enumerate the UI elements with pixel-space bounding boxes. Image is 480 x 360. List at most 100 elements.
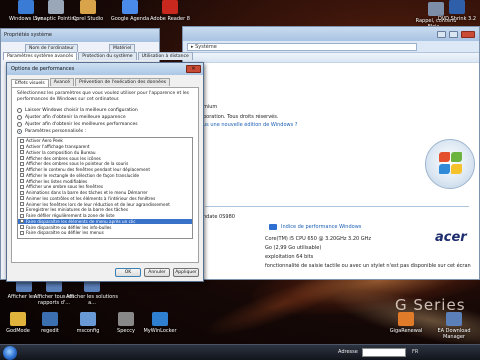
checkbox[interactable]: [20, 161, 24, 166]
app-icon: [398, 312, 414, 326]
radio-best-performance[interactable]: Ajuster afin d'obtenir les meilleures pe…: [17, 121, 193, 128]
checkbox-label: Afficher le contenu des fenêtres pendant…: [26, 167, 150, 173]
checkbox[interactable]: [20, 184, 24, 189]
disc-icon: [449, 0, 465, 14]
address-toolbar-input[interactable]: [362, 348, 406, 357]
dialog-buttons: OK Annuler Appliquer: [115, 268, 199, 277]
apply-button[interactable]: Appliquer: [173, 268, 199, 277]
address-field[interactable]: ▸ Système: [187, 42, 417, 51]
radio-label: Ajuster afin d'obtenir la meilleure appa…: [25, 115, 126, 120]
radio-best-appearance[interactable]: Ajuster afin d'obtenir la meilleure appa…: [17, 114, 193, 121]
dialog-title: Options de performances: [11, 66, 75, 72]
model-text: ndate 0S980: [203, 214, 235, 220]
checkbox[interactable]: [20, 196, 24, 201]
download-icon: [446, 312, 462, 326]
checkbox-label: Afficher des ombres sous le pointeur de …: [26, 161, 129, 167]
tab-advanced[interactable]: Paramètres système avancés: [3, 52, 78, 60]
checkbox-item[interactable]: Faire disparaître ou défiler les menus: [18, 230, 192, 236]
desktop-icon-ea-download[interactable]: EA Download Manager: [428, 312, 480, 340]
checkbox-label: Animer les contrôles et les éléments à l…: [26, 195, 156, 201]
checkbox[interactable]: [20, 230, 24, 235]
pen-touch-text: fonctionnalité de saisie tactile ou avec…: [265, 263, 471, 269]
checkbox-label: Afficher des ombres sous les icônes: [26, 155, 101, 161]
calendar-icon: [122, 0, 138, 14]
checkbox[interactable]: [20, 167, 24, 172]
tab-protection[interactable]: Protection du système: [78, 52, 137, 60]
tab-hardware[interactable]: Matériel: [108, 44, 136, 52]
checkbox-label: Afficher une ombre sous les fenêtres: [26, 184, 104, 190]
cancel-button[interactable]: Annuler: [144, 268, 170, 277]
radio-label: Ajuster afin d'obtenir les meilleures pe…: [25, 122, 138, 127]
dialog-tabs: Effets visuels Avancé Prévention de l'ex…: [7, 75, 203, 87]
lock-icon: [152, 312, 168, 326]
close-button[interactable]: [461, 30, 475, 38]
flag-green: [451, 152, 462, 162]
checkbox[interactable]: [20, 190, 24, 195]
checkbox[interactable]: [20, 207, 24, 212]
config-icon: [80, 312, 96, 326]
maximize-button[interactable]: [449, 30, 458, 38]
checkbox-label: Faire défiler régulièrement la zone de l…: [26, 213, 115, 219]
checkbox-label: Activer la composition du Bureau: [26, 149, 96, 155]
minimize-button[interactable]: [437, 30, 446, 38]
flag-red: [439, 152, 450, 162]
processor-text: Core(TM) i5 CPU 650 @ 3.20GHz 3.20 GHz: [265, 236, 372, 242]
checkbox[interactable]: [20, 150, 24, 155]
desktop-icon-label: Afficher les solutions a...: [66, 294, 118, 306]
checkbox-item[interactable]: Animer les fenêtres lors de leur réducti…: [18, 201, 192, 207]
desktop-icon-label: msconfig: [76, 328, 100, 334]
desktop-icon-label: EA Download Manager: [437, 328, 471, 340]
window-titlebar: [183, 27, 479, 41]
radio-label: Paramètres personnalisés :: [25, 129, 87, 134]
app-icon: [80, 0, 96, 14]
upgrade-link[interactable]: us une nouvelle édition de Windows ?: [203, 122, 297, 128]
checkbox-label: Activer l'affichage transparent: [26, 144, 90, 150]
checkbox[interactable]: [20, 225, 24, 230]
desktop-icon-gigarenewal[interactable]: GigaRenewal: [380, 312, 432, 334]
start-button[interactable]: [3, 346, 17, 360]
checkbox[interactable]: [20, 213, 24, 218]
checkbox[interactable]: [20, 219, 24, 224]
dialog-titlebar: Options de performances ✕: [7, 63, 203, 75]
checkbox[interactable]: [20, 144, 24, 149]
checkbox-label: Animations dans la barre des tâches et l…: [26, 190, 148, 196]
desktop-icon-adobe-reader[interactable]: Adobe Reader 8: [144, 0, 196, 22]
close-button[interactable]: ✕: [186, 65, 201, 73]
tab-computer-name[interactable]: Nom de l'ordinateur: [25, 44, 78, 52]
performance-index-link[interactable]: Indice de performance Windows: [281, 224, 361, 230]
properties-tabs: Nom de l'ordinateur Matériel: [1, 42, 159, 52]
radio-label: Laisser Windows choisir la meilleure con…: [25, 108, 138, 113]
address-toolbar-label: Adresse: [338, 349, 358, 355]
radio-custom[interactable]: Paramètres personnalisés :: [17, 128, 193, 135]
language-indicator[interactable]: FR: [412, 349, 418, 355]
tab-remote[interactable]: Utilisation à distance: [137, 52, 193, 60]
checkbox[interactable]: [20, 138, 24, 143]
radio-let-windows-choose[interactable]: Laisser Windows choisir la meilleure con…: [17, 107, 193, 114]
checkbox[interactable]: [20, 173, 24, 178]
checkbox[interactable]: [20, 179, 24, 184]
flag-blue: [439, 164, 450, 174]
visual-effects-list[interactable]: Activer Aero Peek Activer l'affichage tr…: [17, 137, 193, 239]
radio-circle: [17, 115, 22, 120]
ok-button[interactable]: OK: [115, 268, 141, 277]
copyright-text: poration. Tous droits réservés.: [203, 114, 279, 120]
pdf-icon: [162, 0, 178, 14]
desktop-icon-afficher-3[interactable]: Afficher les solutions a...: [66, 278, 118, 306]
desktop-icon-dvd-shrink[interactable]: DVD Shrink 3.2: [434, 0, 480, 22]
registry-icon: [42, 312, 58, 326]
checkbox[interactable]: [20, 156, 24, 161]
tab-visual-effects[interactable]: Effets visuels: [11, 79, 49, 87]
checkbox-label: Faire disparaître ou défiler les menus: [26, 230, 104, 236]
windows-logo-icon: [425, 139, 475, 189]
tab-dep[interactable]: Prévention de l'exécution des données: [75, 78, 171, 86]
edition-text: mium: [203, 104, 218, 110]
window-title: Propriétés système: [1, 29, 159, 42]
visual-effects-panel: Sélectionnez les paramètres que vous vou…: [11, 87, 199, 263]
checkbox-label: Enregistrer les miniatures de la barre d…: [26, 207, 129, 213]
desktop-icon-label: GigaRenewal: [389, 328, 423, 334]
desktop-icon-mywinlocker[interactable]: MyWinLocker: [134, 312, 186, 334]
tab-advanced[interactable]: Avancé: [49, 78, 75, 86]
system-type-text: exploitation 64 bits: [265, 254, 314, 260]
desktop-icon-label: Adobe Reader 8: [150, 16, 190, 22]
checkbox[interactable]: [20, 202, 24, 207]
